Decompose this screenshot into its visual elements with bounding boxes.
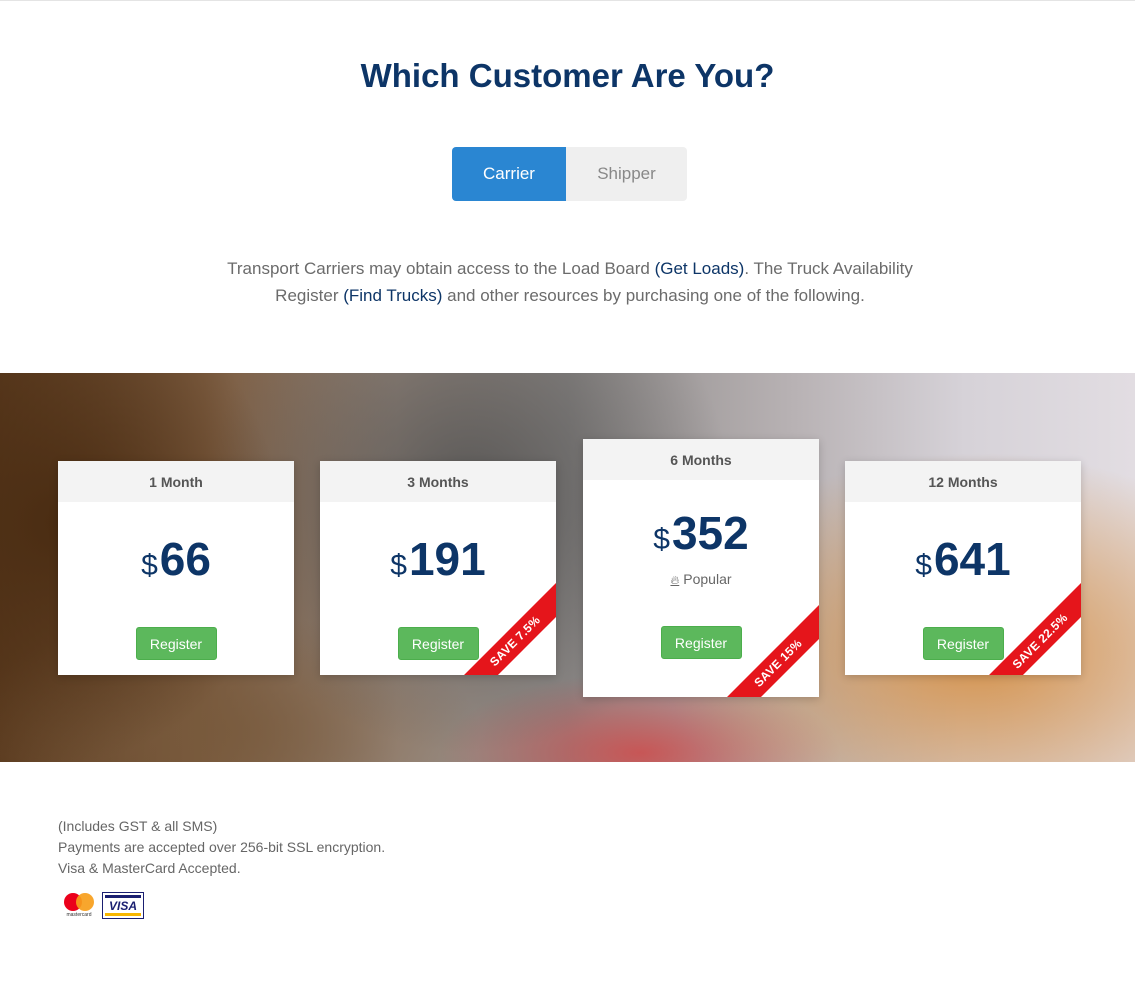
plan-price: $66	[58, 534, 294, 591]
price-value: 641	[933, 533, 1011, 585]
plan-price: $191	[320, 534, 556, 591]
plan-price: $352	[583, 508, 819, 565]
currency-symbol: $	[390, 549, 407, 582]
register-button[interactable]: Register	[135, 627, 217, 660]
price-value: 66	[159, 533, 211, 585]
currency-symbol: $	[653, 523, 670, 556]
intro-text-part1: Transport Carriers may obtain access to …	[227, 259, 655, 278]
plan-period: 1 Month	[58, 461, 294, 502]
carrier-tab[interactable]: Carrier	[452, 147, 566, 201]
register-button[interactable]: Register	[922, 627, 1004, 660]
intro-text: Transport Carriers may obtain access to …	[200, 255, 940, 309]
popular-badge: 🔥︎ Popular	[583, 571, 819, 588]
plan-period: 12 Months	[845, 461, 1081, 502]
plan-card-1-month: 1 Month $66 Register	[58, 461, 294, 675]
price-value: 352	[671, 507, 749, 559]
notes-line-ssl: Payments are accepted over 256-bit SSL e…	[58, 839, 386, 855]
popular-label: Popular	[683, 571, 732, 587]
register-button[interactable]: Register	[397, 627, 479, 660]
intro-text-part3: and other resources by purchasing one of…	[442, 286, 865, 305]
mastercard-icon: mastercard	[62, 891, 96, 920]
pricing-band: 1 Month $66 Register 3 Months $191 Regis…	[0, 373, 1135, 762]
plan-card-12-months: 12 Months $641 Register SAVE 22.5%	[845, 461, 1081, 675]
visa-icon: VISA	[102, 892, 144, 919]
page-title: Which Customer Are You?	[360, 57, 775, 94]
plan-period: 3 Months	[320, 461, 556, 502]
customer-type-toggle: Carrier Shipper	[452, 147, 687, 201]
price-value: 191	[408, 533, 486, 585]
payment-logos: mastercard VISA	[62, 891, 144, 920]
plan-card-3-months: 3 Months $191 Register SAVE 7.5%	[320, 461, 556, 675]
currency-symbol: $	[141, 549, 158, 582]
shipper-tab[interactable]: Shipper	[566, 147, 687, 201]
register-button[interactable]: Register	[660, 626, 742, 659]
plan-card-6-months: 6 Months $352 🔥︎ Popular Register SAVE 15…	[583, 439, 819, 697]
notes-line-cards: Visa & MasterCard Accepted.	[58, 860, 241, 876]
payment-notes: (Includes GST & all SMS) Payments are ac…	[58, 816, 385, 879]
get-loads-link[interactable]: (Get Loads)	[655, 259, 745, 278]
plan-price: $641	[845, 534, 1081, 591]
plan-period: 6 Months	[583, 439, 819, 480]
notes-line-gst: (Includes GST & all SMS)	[58, 818, 218, 834]
fire-icon: 🔥︎	[670, 573, 680, 587]
currency-symbol: $	[915, 549, 932, 582]
find-trucks-link[interactable]: (Find Trucks)	[343, 286, 442, 305]
